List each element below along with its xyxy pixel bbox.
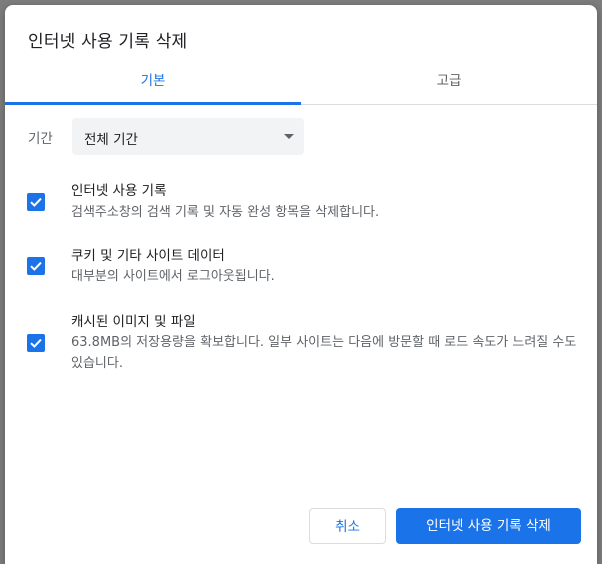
time-range-value: 전체 기간: [84, 132, 138, 148]
time-range-select[interactable]: 전체 기간: [72, 118, 304, 155]
clear-browsing-data-dialog: 인터넷 사용 기록 삭제 기본 고급 기간 전체 기간 인터넷 사용 기록 검색…: [5, 5, 597, 564]
cookies-description: 대부분의 사이트에서 로그아웃됩니다.: [71, 269, 275, 284]
tab-basic[interactable]: 기본: [5, 67, 301, 105]
cached-images-description: 63.8MB의 저장용량을 확보합니다. 일부 사이트는 다음에 방문할 때 로…: [71, 335, 577, 371]
cancel-button[interactable]: 취소: [309, 508, 386, 544]
chevron-down-icon: [284, 134, 294, 139]
checkmark-icon: [30, 261, 42, 271]
tab-bar: 기본 고급: [5, 67, 597, 105]
clear-data-button[interactable]: 인터넷 사용 기록 삭제: [396, 508, 581, 544]
browsing-history-title: 인터넷 사용 기록: [71, 183, 167, 199]
browsing-history-checkbox[interactable]: [27, 193, 45, 211]
cached-images-title: 캐시된 이미지 및 파일: [71, 314, 196, 330]
cookies-checkbox[interactable]: [27, 257, 45, 275]
cached-images-checkbox[interactable]: [27, 334, 45, 352]
tab-advanced[interactable]: 고급: [301, 67, 597, 104]
cookies-title: 쿠키 및 기타 사이트 데이터: [71, 248, 225, 264]
checkmark-icon: [30, 338, 42, 348]
browsing-history-description: 검색주소창의 검색 기록 및 자동 완성 항목을 삭제합니다.: [71, 205, 380, 220]
checkmark-icon: [30, 197, 42, 207]
time-range-label: 기간: [28, 131, 53, 147]
dialog-title: 인터넷 사용 기록 삭제: [28, 32, 188, 52]
